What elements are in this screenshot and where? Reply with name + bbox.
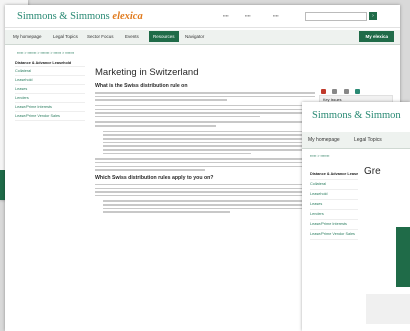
front-window: Simmons & Simmon My homepage Legal Topic… [302,102,410,331]
paragraph [95,158,315,171]
front-info-panel [366,294,410,324]
page-title: Marketing in Switzerland [95,67,199,78]
breadcrumb[interactable]: ▪▪▪▪▪ > ▪▪▪▪▪▪▪ > ▪▪▪▪▪▪▪ > ▪▪▪▪▪▪ > ▪▪▪… [17,51,74,55]
share-icon[interactable] [321,89,326,94]
paragraph [95,183,315,197]
search-button[interactable]: › [369,12,377,20]
sidebar-title: Distance & Advance Leasehold [15,59,85,67]
sidebar-item[interactable]: Lease/Prime Vendor Sales [15,112,85,121]
header-link[interactable]: ▪▪▪▪ [245,13,251,18]
tab-legal-topics[interactable]: Legal Topics [53,34,78,39]
front-logo[interactable]: Simmons & Simmon [312,110,401,121]
article: Marketing in Switzerland What is the Swi… [95,67,315,217]
tab-my-homepage[interactable]: My homepage [13,34,42,39]
sidebar-item[interactable]: Leases [15,85,85,94]
front-tab-legal-topics[interactable]: Legal Topics [354,137,382,143]
section-heading: Which Swiss distribution rules apply to … [95,174,214,181]
bullet-list [95,130,315,155]
paragraph [95,121,315,127]
sidebar-item[interactable]: Lenders [15,94,85,103]
tab-navigator[interactable]: Navigator [185,34,204,39]
email-icon[interactable] [343,89,349,94]
sidebar-item[interactable]: Leasehold [15,76,85,85]
sidebar-item[interactable]: Lease/Prime Interests [15,103,85,112]
paragraph [95,104,315,118]
front-tab-my-homepage[interactable]: My homepage [308,137,340,143]
front-breadcrumb[interactable]: ▪▪▪▪▪ > ▪▪▪▪▪▪▪ [310,154,329,158]
front-sidebar-title: Distance & Advance Leasehold [310,170,358,180]
tab-events[interactable]: Events [125,34,139,39]
my-items-button[interactable]: My elexica [359,31,394,42]
sidebar: Distance & Advance Leasehold Collateral … [15,59,85,121]
main-nav: My homepage Legal Topics Sector Focus Ev… [5,30,400,45]
front-page-title: Gre [364,166,381,177]
paragraph [95,92,315,101]
print-icon[interactable] [332,89,338,94]
front-nav: My homepage Legal Topics [302,132,410,149]
front-sidebar-item[interactable]: Leasehold [310,190,358,200]
logo[interactable]: Simmons & Simmons elexica [17,11,143,22]
header: Simmons & Simmons elexica ▪▪▪▪ ▪▪▪▪ ▪▪▪▪… [5,5,400,28]
front-sidebar-item[interactable]: Leases [310,200,358,210]
header-link[interactable]: ▪▪▪▪ [273,13,279,18]
tab-sector-focus[interactable]: Sector Focus [87,34,114,39]
front-sidebar-item[interactable]: Lenders [310,210,358,220]
section-heading: What is the Swiss distribution rule on [95,83,188,89]
sidebar-item[interactable]: Collateral [15,67,85,76]
tab-resources[interactable]: Resources [149,31,179,42]
front-header: Simmons & Simmon [302,102,410,132]
bullet-list [95,200,315,213]
logo-product: elexica [112,11,143,22]
front-sidebar-item[interactable]: Collateral [310,180,358,190]
front-promo-panel [396,227,410,287]
front-sidebar-item[interactable]: Lease/Prime Interests [310,220,358,230]
save-icon[interactable] [355,89,361,94]
header-link[interactable]: ▪▪▪▪ [223,13,229,18]
logo-brand: Simmons & Simmons [17,11,110,22]
front-sidebar-item[interactable]: Lease/Prime Vendor Sales [310,230,358,240]
front-sidebar: Distance & Advance Leasehold Collateral … [310,170,358,240]
utility-icons [321,81,391,94]
search-input[interactable] [305,12,367,21]
